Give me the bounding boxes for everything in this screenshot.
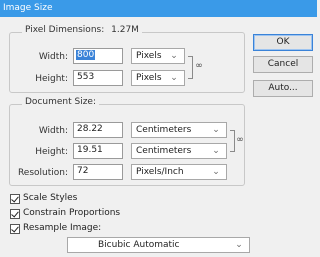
resample-image-checkbox[interactable]: Resample Image: bbox=[10, 223, 120, 235]
doc-height-label: Height: bbox=[35, 147, 68, 157]
document-size-title: Document Size: bbox=[25, 97, 96, 107]
pixel-dimensions-size: 1.27M bbox=[111, 25, 139, 35]
pixel-width-label: Width: bbox=[38, 52, 68, 62]
doc-width-unit: Centimeters bbox=[136, 125, 192, 135]
pixel-width-unit: Pixels bbox=[136, 51, 162, 61]
pixel-width-unit-select[interactable]: Pixels ⌄ bbox=[131, 48, 185, 64]
resample-image-label: Resample Image: bbox=[23, 223, 102, 233]
doc-height-value: 19.51 bbox=[77, 145, 103, 155]
resolution-input[interactable]: 72 bbox=[73, 164, 123, 180]
doc-width-input[interactable]: 28.22 bbox=[73, 122, 123, 138]
chevron-down-icon: ⌄ bbox=[212, 125, 220, 135]
resample-method-value: Bicubic Automatic bbox=[98, 240, 180, 250]
title-bar: Image Size bbox=[0, 0, 317, 17]
checkmark-icon bbox=[10, 209, 20, 219]
doc-height-unit: Centimeters bbox=[136, 146, 192, 156]
chain-link-icon: ∞ bbox=[236, 135, 244, 145]
resolution-value: 72 bbox=[77, 166, 89, 176]
pixel-height-input[interactable]: 553 bbox=[73, 70, 123, 86]
pixel-link-bracket bbox=[188, 56, 193, 79]
pixel-height-unit-select[interactable]: Pixels ⌄ bbox=[131, 70, 185, 86]
chevron-down-icon: ⌄ bbox=[170, 51, 178, 61]
doc-height-unit-select[interactable]: Centimeters ⌄ bbox=[131, 143, 227, 159]
chevron-down-icon: ⌄ bbox=[212, 146, 220, 156]
chevron-down-icon: ⌄ bbox=[212, 167, 220, 177]
pixel-dimensions-title: Pixel Dimensions: bbox=[25, 25, 105, 35]
scale-styles-checkbox[interactable]: Scale Styles bbox=[10, 193, 110, 205]
chevron-down-icon: ⌄ bbox=[235, 240, 243, 250]
resolution-unit: Pixels/Inch bbox=[136, 167, 184, 177]
doc-width-unit-select[interactable]: Centimeters ⌄ bbox=[131, 122, 227, 138]
constrain-proportions-label: Constrain Proportions bbox=[23, 208, 121, 218]
scale-styles-label: Scale Styles bbox=[23, 193, 78, 203]
pixel-height-label: Height: bbox=[35, 74, 68, 84]
resolution-label: Resolution: bbox=[17, 168, 68, 178]
cancel-button[interactable]: Cancel bbox=[253, 56, 313, 73]
pixel-width-input[interactable]: 800 bbox=[73, 48, 123, 64]
ok-button[interactable]: OK bbox=[253, 34, 313, 51]
doc-width-value: 28.22 bbox=[77, 124, 103, 134]
checkmark-icon bbox=[10, 224, 20, 234]
pixel-height-value: 553 bbox=[77, 72, 95, 82]
chevron-down-icon: ⌄ bbox=[170, 73, 178, 83]
auto-button[interactable]: Auto... bbox=[253, 80, 313, 97]
doc-height-input[interactable]: 19.51 bbox=[73, 143, 123, 159]
pixel-width-value: 800 bbox=[76, 50, 96, 60]
resample-method-select[interactable]: Bicubic Automatic ⌄ bbox=[67, 237, 250, 253]
document-size-legend: Document Size: bbox=[22, 97, 99, 107]
window-title: Image Size bbox=[3, 3, 53, 13]
pixel-height-unit: Pixels bbox=[136, 73, 162, 83]
doc-link-bracket bbox=[230, 130, 235, 152]
constrain-proportions-checkbox[interactable]: Constrain Proportions bbox=[10, 208, 140, 220]
pixel-dimensions-legend: Pixel Dimensions: 1.27M bbox=[22, 25, 142, 35]
doc-width-label: Width: bbox=[38, 126, 68, 136]
checkmark-icon bbox=[10, 194, 20, 204]
chain-link-icon[interactable]: ∞ bbox=[195, 60, 203, 72]
resolution-unit-select[interactable]: Pixels/Inch ⌄ bbox=[131, 164, 227, 180]
